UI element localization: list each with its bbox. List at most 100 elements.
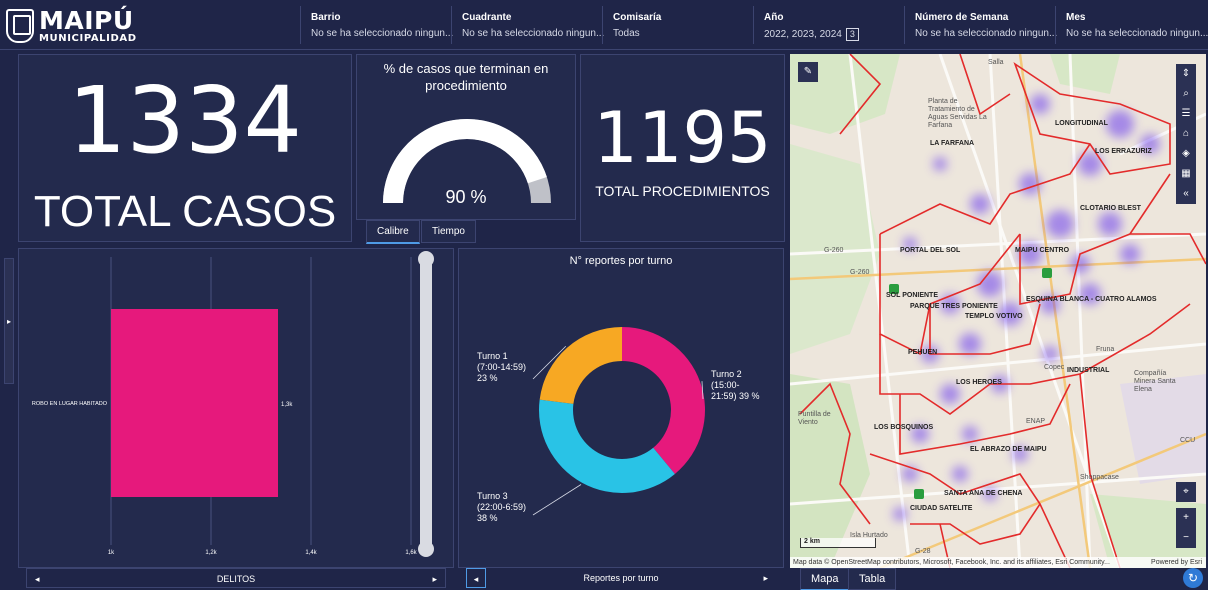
map-label: INDUSTRIAL — [1067, 367, 1110, 374]
map-label: PARQUE TRES PONIENTE — [910, 303, 998, 310]
map-label: CLOTARIO BLEST — [1080, 205, 1141, 212]
donut-next-arrow[interactable]: ▸ — [763, 568, 768, 588]
zoom-in-button[interactable]: + — [1176, 508, 1196, 528]
donut-title: N° reportes por turno — [569, 255, 673, 267]
search-icon[interactable]: ⌕ — [1176, 84, 1196, 104]
slice-label: (7:00-14:59) — [477, 362, 526, 372]
filter-value: 2022, 2023, 2024 3 — [764, 28, 894, 41]
map-label: LOS HEROES — [956, 379, 1002, 386]
scale-label: 2 km — [804, 538, 820, 545]
map-road-label: G-260 — [824, 247, 844, 254]
x-tick-label: 1k — [108, 550, 115, 556]
filter-title: Mes — [1066, 12, 1086, 23]
refresh-icon[interactable]: ↻ — [1183, 568, 1203, 588]
map-poi-label: Shoppacase — [1080, 474, 1119, 481]
slice-label: Turno 3 — [477, 491, 508, 501]
filter-anio[interactable]: Año 2022, 2023, 2024 3 — [753, 6, 904, 44]
map-label: ESQUINA BLANCA - CUATRO ALAMOS — [1026, 296, 1157, 303]
scrollbar-handle-bottom[interactable] — [418, 541, 434, 557]
metro-station-icon[interactable] — [914, 489, 924, 499]
filter-title: Cuadrante — [462, 12, 512, 23]
gauge-value-label: 90 % — [445, 187, 487, 207]
total-casos-value: 1334 — [67, 67, 303, 174]
edit-icon[interactable]: ✎ — [798, 62, 818, 82]
filter-barrio[interactable]: Barrio No se ha seleccionado ningun... — [300, 6, 454, 44]
bar-next-arrow[interactable]: ▸ — [432, 569, 437, 589]
slice-label: Turno 2 — [711, 369, 742, 379]
coat-of-arms-icon — [6, 9, 34, 43]
slice-leader-line — [532, 484, 582, 516]
maipu-logo: MAIPÚ MUNICIPALIDAD — [6, 6, 296, 46]
filter-value: No se ha seleccionado ningun... — [915, 28, 1058, 39]
map-poi-label: Planta de Tratamiento de Aguas Servidas … — [928, 98, 987, 129]
donut-prev-arrow[interactable]: ◂ — [466, 568, 486, 588]
total-procedimientos-value: 1195 — [593, 97, 772, 179]
map-label: PORTAL DEL SOL — [900, 247, 961, 254]
filter-cuadrante[interactable]: Cuadrante No se ha seleccionado ningun..… — [451, 6, 605, 44]
map-label: MAIPU CENTRO — [1015, 247, 1070, 254]
logo-title: MAIPÚ — [39, 6, 134, 35]
donut-footer-label: Reportes por turno — [583, 573, 659, 583]
expand-icon[interactable]: « — [1176, 184, 1196, 204]
side-panel-toggle[interactable]: ▸ — [4, 258, 14, 384]
tab-tabla[interactable]: Tabla — [848, 568, 897, 590]
slice-label: 23 % — [477, 373, 498, 383]
filter-value: Todas — [613, 28, 640, 39]
map-label: TEMPLO VOTIVO — [965, 313, 1023, 320]
filter-title: Comisaría — [613, 12, 662, 23]
filter-value: No se ha seleccionado ningun... — [311, 28, 454, 39]
donut-chart-footer: ◂ Reportes por turno ▸ — [466, 568, 776, 588]
map-label: LOS BOSQUINOS — [874, 424, 934, 431]
filter-value: No se ha seleccionado ningun... — [462, 28, 605, 39]
slice-label: 21:59) 39 % — [711, 391, 760, 401]
zoom-out-button[interactable]: − — [1176, 528, 1196, 548]
filter-title: Año — [764, 12, 784, 23]
gauge-title: % de casos que terminan en procedimiento — [383, 61, 549, 93]
slice-label: Turno 1 — [477, 351, 508, 361]
tab-tiempo[interactable]: Tiempo — [421, 220, 476, 243]
map-poi-label: Fruna — [1096, 346, 1115, 353]
basemap-gallery-icon[interactable]: ▦ — [1176, 164, 1196, 184]
map-label: EL ABRAZO DE MAIPU — [970, 446, 1047, 453]
bar — [111, 309, 278, 497]
map-road-label: G-260 — [850, 269, 870, 276]
map-poi-label: CCU — [1180, 437, 1196, 444]
scale-bar: 2 km — [800, 538, 876, 548]
y-category-label: ROBO EN LUGAR HABITADO — [32, 401, 108, 407]
bar-value-label: 1,3k — [281, 402, 293, 408]
locate-icon[interactable]: ⌖ — [1176, 482, 1196, 502]
bar-scrollbar[interactable] — [420, 253, 432, 553]
x-tick-label: 1,6k — [405, 550, 417, 556]
map-label: SANTA ANA DE CHENA — [944, 490, 1023, 497]
donut-hole — [574, 362, 670, 458]
crime-heatmap-map[interactable]: LONGITUDINAL LOS ERRAZURIZ LA FARFANA CL… — [790, 54, 1206, 568]
slice-label: 38 % — [477, 513, 498, 523]
attribution-text: Map data © OpenStreetMap contributors, M… — [793, 559, 1110, 566]
metro-station-icon[interactable] — [1042, 268, 1052, 278]
tab-calibre[interactable]: Calibre — [366, 220, 420, 244]
legend-icon[interactable]: ☰ — [1176, 104, 1196, 124]
filter-title: Número de Semana — [915, 12, 1009, 23]
collapse-toolbar-icon[interactable]: ⇕ — [1176, 64, 1196, 84]
bar-prev-arrow[interactable]: ◂ — [35, 569, 40, 589]
total-procedimientos-label: TOTAL PROCEDIMIENTOS — [595, 183, 770, 199]
map-label: PEHUEN — [908, 349, 938, 356]
slice-label: (15:00- — [711, 380, 740, 390]
slice-label: (22:00-6:59) — [477, 502, 526, 512]
kpi-total-casos-panel: 1334 TOTAL CASOS — [18, 54, 352, 242]
tab-mapa[interactable]: Mapa — [800, 568, 850, 590]
filter-value-text: 2022, 2023, 2024 — [764, 29, 842, 40]
bar-chart-panel: 1k 1,2k 1,4k 1,6k ROBO EN LUGAR HABITADO 1,3k — [18, 248, 454, 568]
filter-mes[interactable]: Mes No se ha seleccionado ningun... — [1055, 6, 1208, 44]
filter-numero-semana[interactable]: Número de Semana No se ha seleccionado n… — [904, 6, 1058, 44]
filter-value: No se ha seleccionado ningun... — [1066, 28, 1208, 39]
home-icon[interactable]: ⌂ — [1176, 124, 1196, 144]
bar-chart: 1k 1,2k 1,4k 1,6k ROBO EN LUGAR HABITADO 1,3k — [32, 257, 418, 556]
map-poi-label: Copec — [1044, 364, 1065, 371]
dashboard: MAIPÚ MUNICIPALIDAD Barrio No se ha sele… — [0, 0, 1208, 590]
scrollbar-handle-top[interactable] — [418, 251, 434, 267]
map-road-label: G-28 — [915, 548, 931, 555]
filter-comisaria[interactable]: Comisaría Todas — [602, 6, 753, 44]
x-tick-label: 1,2k — [205, 550, 217, 556]
layers-icon[interactable]: ◈ — [1176, 144, 1196, 164]
